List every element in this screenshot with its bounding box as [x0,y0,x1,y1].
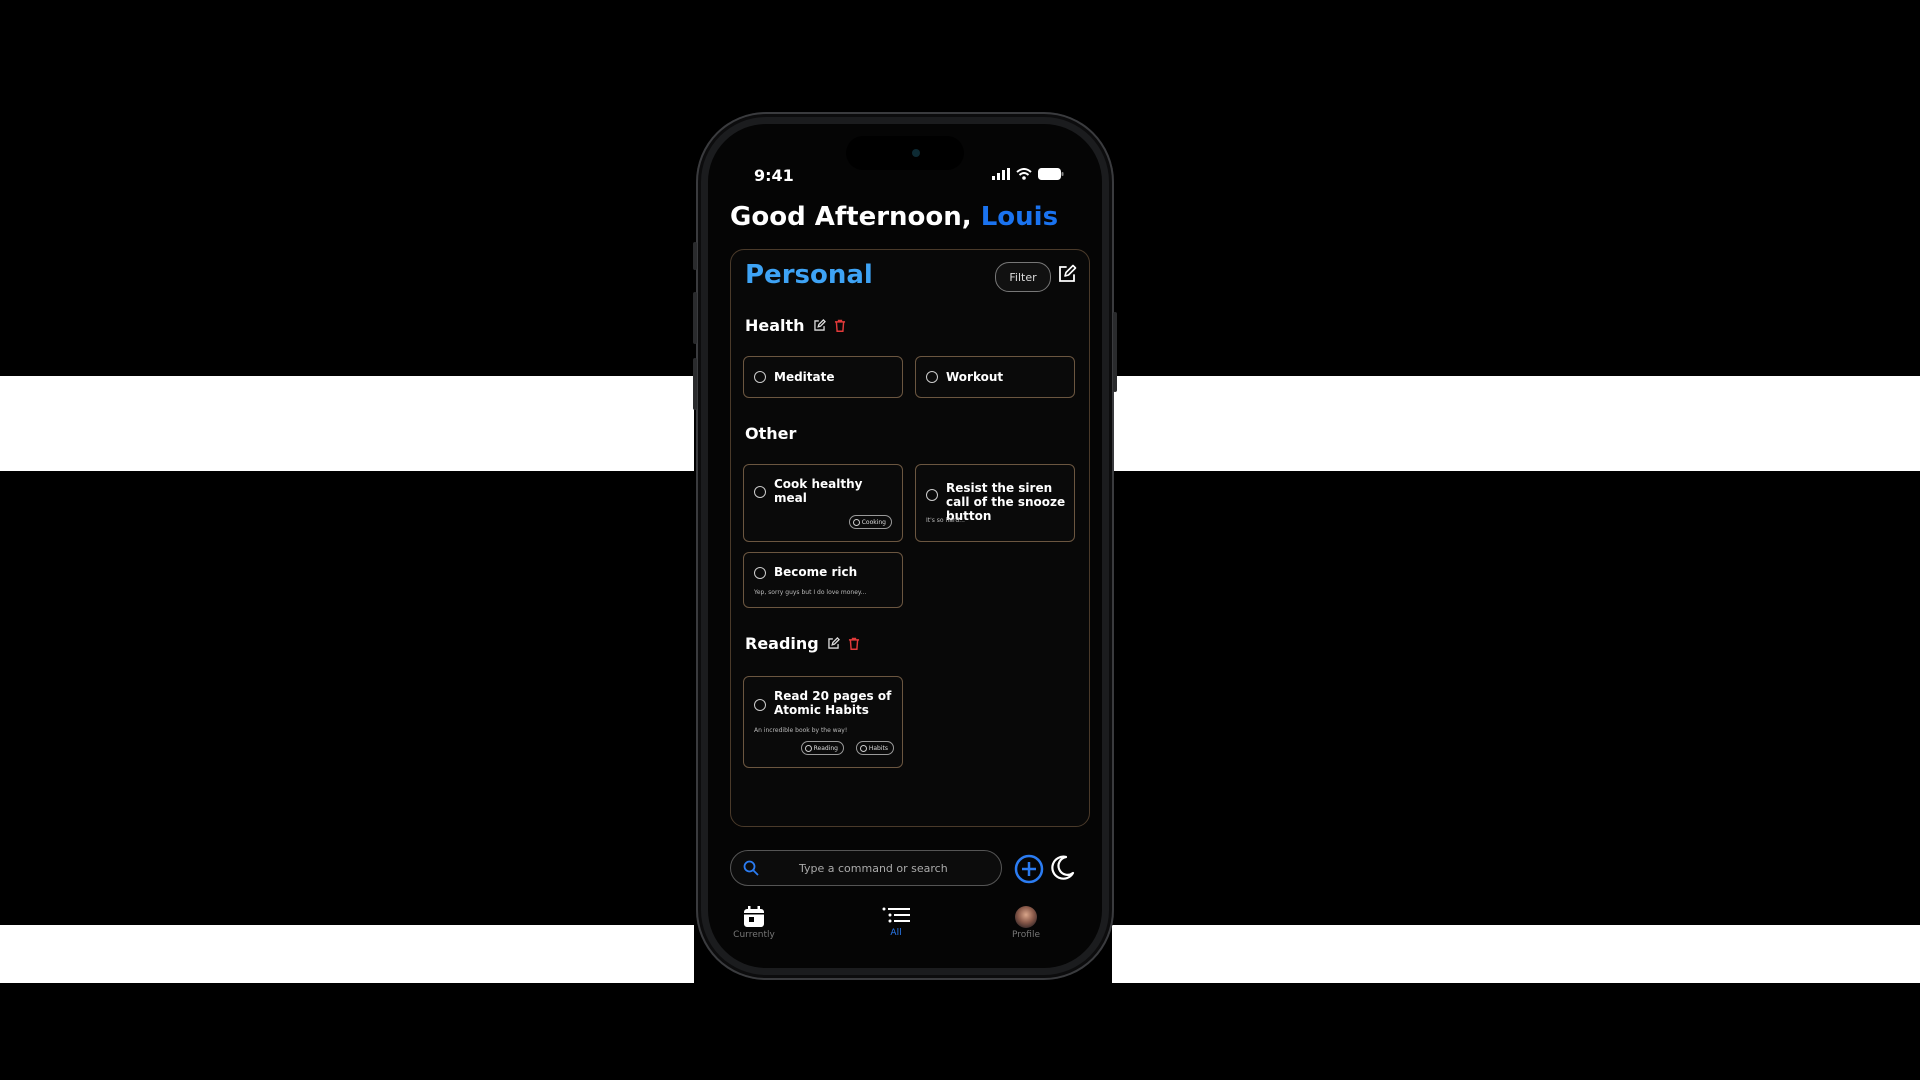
tab-all[interactable]: All [856,906,936,938]
phone-frame: 9:41 Good Afternoon, Louis Personal Filt… [693,112,1117,980]
search-placeholder: Type a command or search [799,862,948,875]
panel-title: Personal [745,260,873,290]
power-button [1113,312,1117,392]
tag-label: Habits [868,744,888,752]
task-note: Yep, sorry guys but I do love money... [754,589,867,596]
calendar-icon [744,906,764,927]
background-band [0,376,694,471]
task-checkbox[interactable] [754,699,766,711]
background-band [0,925,694,983]
greeting: Good Afternoon, Louis [730,202,1058,232]
tab-label: All [890,928,902,938]
task-note: An incredible book by the way! [754,727,848,734]
task-tag[interactable]: Reading [800,741,844,755]
background-band [1112,376,1920,471]
search-icon [743,860,759,876]
tab-bar: Currently All Profile [708,906,1102,968]
task-title: Cook healthy meal preparations for the..… [774,477,863,505]
tag-label: Cooking [861,518,886,526]
task-checkbox[interactable] [926,371,938,383]
task-checkbox[interactable] [754,486,766,498]
battery-icon [1038,168,1064,180]
edit-icon[interactable] [813,319,826,332]
status-time: 9:41 [754,166,794,185]
section-reading: Reading [745,634,860,653]
edit-icon[interactable] [827,637,840,650]
tab-label: Profile [1012,930,1040,940]
moon-icon[interactable] [1048,854,1076,882]
task-card[interactable]: Meditate [743,356,903,398]
trash-icon[interactable] [834,319,846,332]
greeting-text: Good Afternoon, [730,202,972,232]
tab-label: Currently [733,930,775,940]
action-button [693,242,697,270]
section-label: Other [745,424,797,443]
tab-currently[interactable]: Currently [714,906,794,940]
task-checkbox[interactable] [754,371,766,383]
task-title: Meditate [774,370,835,384]
section-health: Health [745,316,846,335]
avatar [1015,906,1037,928]
status-icons [992,168,1064,180]
user-name: Louis [980,202,1059,232]
task-card[interactable]: Cook healthy meal preparations for the..… [743,464,903,542]
task-tag[interactable]: Habits [855,741,894,755]
tag-icon [804,744,812,752]
task-note: It's so hard... [926,517,965,524]
task-card[interactable]: Workout [915,356,1075,398]
trash-icon[interactable] [848,637,860,650]
task-title: Read 20 pages of Atomic Habits [774,689,892,717]
task-card[interactable]: Become rich Yep, sorry guys but I do lov… [743,552,903,608]
section-label: Reading [745,634,819,653]
tag-icon [852,518,860,526]
tab-profile[interactable]: Profile [986,906,1066,940]
signal-icon [992,168,1010,180]
task-card[interactable]: Resist the siren call of the snooze butt… [915,464,1075,542]
add-task-button[interactable] [1014,854,1044,884]
task-checkbox[interactable] [926,489,938,501]
compose-icon[interactable] [1057,264,1077,284]
task-card[interactable]: Read 20 pages of Atomic Habits An incred… [743,676,903,768]
task-title: Become rich [774,565,858,579]
section-other: Other [745,424,796,443]
task-tag[interactable]: Cooking [848,515,892,529]
volume-up-button [693,292,697,344]
phone-screen: 9:41 Good Afternoon, Louis Personal Filt… [708,124,1102,968]
tag-icon [859,744,867,752]
filter-button[interactable]: Filter [995,262,1051,292]
dynamic-island [846,136,964,170]
list-icon [882,907,910,923]
task-title: Workout [946,370,1004,384]
list-panel: Personal Filter Health Meditate Workout … [730,249,1090,827]
command-search[interactable]: Type a command or search [730,850,1002,886]
volume-down-button [693,358,697,410]
tag-label: Reading [813,744,838,752]
wifi-icon [1016,168,1032,180]
section-label: Health [745,316,805,335]
background-band [1112,925,1920,983]
task-checkbox[interactable] [754,567,766,579]
